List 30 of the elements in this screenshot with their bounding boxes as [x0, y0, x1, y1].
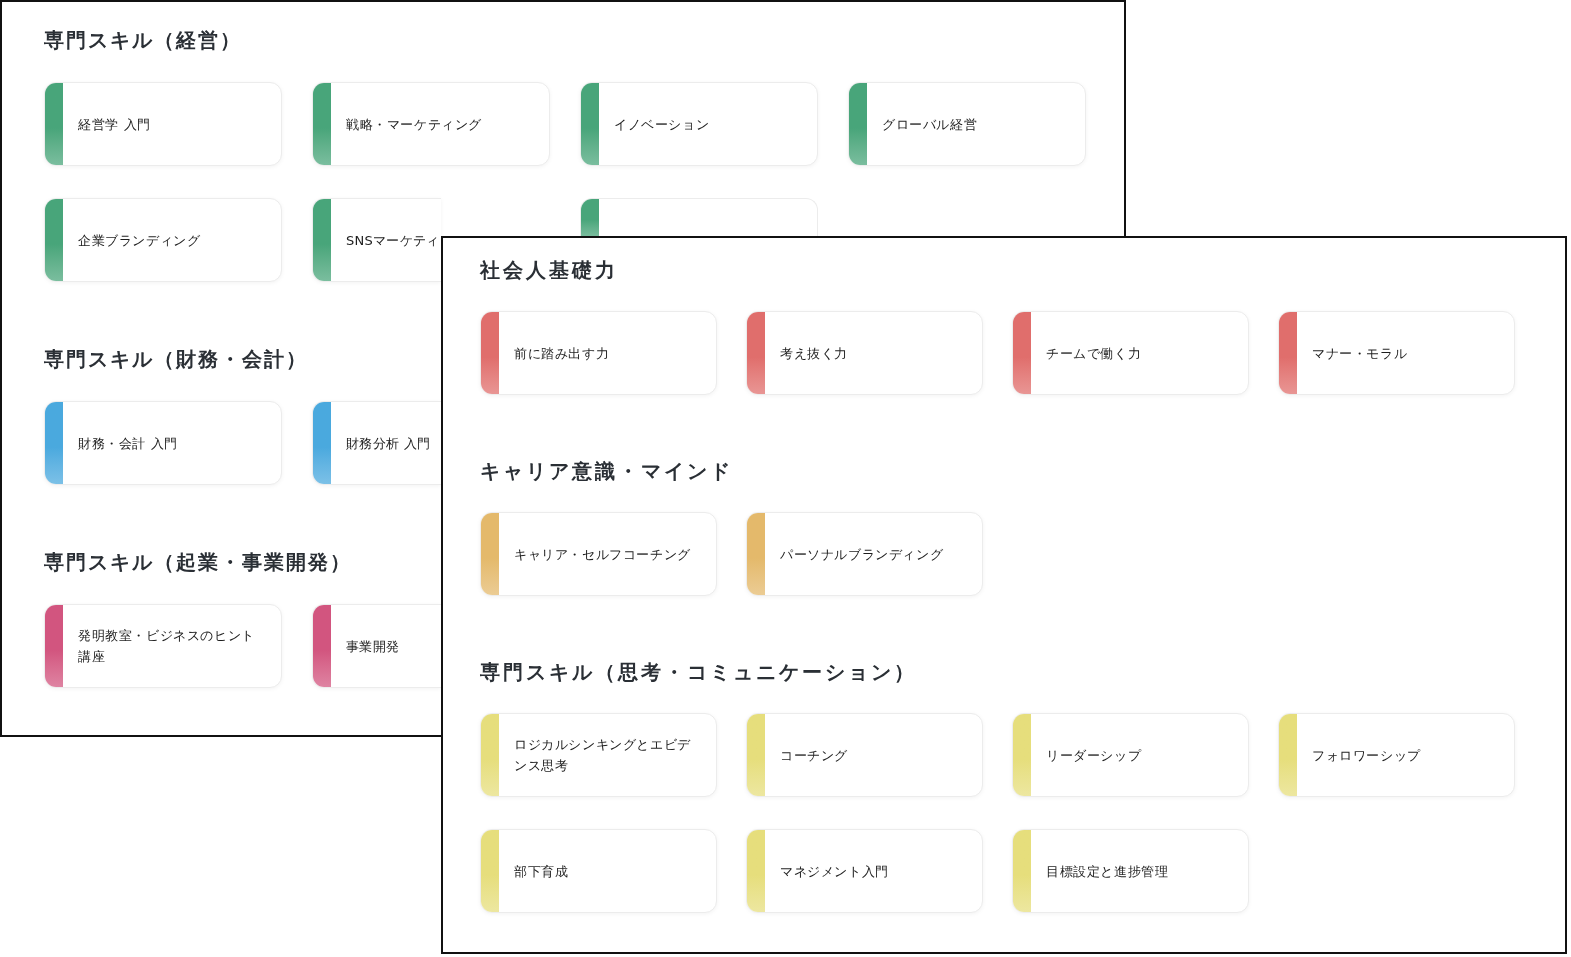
- course-card[interactable]: 財務・会計 入門: [44, 401, 282, 485]
- section-heading: 専門スキル（起業・事業開発）: [44, 549, 352, 576]
- course-card[interactable]: フォロワーシップ: [1278, 713, 1515, 797]
- course-card[interactable]: リーダーシップ: [1012, 713, 1249, 797]
- course-card[interactable]: マナー・モラル: [1278, 311, 1515, 395]
- course-card[interactable]: チームで働く力: [1012, 311, 1249, 395]
- course-card[interactable]: グローバル経営: [848, 82, 1086, 166]
- section-heading: 社会人基礎力: [480, 257, 618, 284]
- course-card[interactable]: コーチング: [746, 713, 983, 797]
- course-card[interactable]: 戦略・マーケティング: [312, 82, 550, 166]
- course-card[interactable]: 経営学 入門: [44, 82, 282, 166]
- course-card[interactable]: ロジカルシンキングとエビデンス思考: [480, 713, 717, 797]
- course-card[interactable]: 財務分析 入門: [312, 401, 441, 485]
- section-heading: 専門スキル（財務・会計）: [44, 346, 308, 373]
- course-card[interactable]: キャリア・セルフコーチング: [480, 512, 717, 596]
- section-heading: 専門スキル（経営）: [44, 27, 242, 54]
- course-card[interactable]: 考え抜く力: [746, 311, 983, 395]
- course-card[interactable]: 前に踏み出す力: [480, 311, 717, 395]
- course-card[interactable]: 発明教室・ビジネスのヒント講座: [44, 604, 282, 688]
- section-heading: キャリア意識・マインド: [480, 458, 733, 485]
- course-card[interactable]: マネジメント入門: [746, 829, 983, 913]
- course-card[interactable]: パーソナルブランディング: [746, 512, 983, 596]
- course-card[interactable]: 企業ブランディング: [44, 198, 282, 282]
- course-card[interactable]: イノベーション: [580, 82, 818, 166]
- course-card[interactable]: [580, 198, 818, 236]
- course-card[interactable]: 部下育成: [480, 829, 717, 913]
- section-heading: 専門スキル（思考・コミュニケーション）: [480, 659, 917, 686]
- course-card[interactable]: SNSマーケティ: [312, 198, 441, 282]
- course-card[interactable]: 目標設定と進捗管理: [1012, 829, 1249, 913]
- course-card[interactable]: 事業開発: [312, 604, 441, 688]
